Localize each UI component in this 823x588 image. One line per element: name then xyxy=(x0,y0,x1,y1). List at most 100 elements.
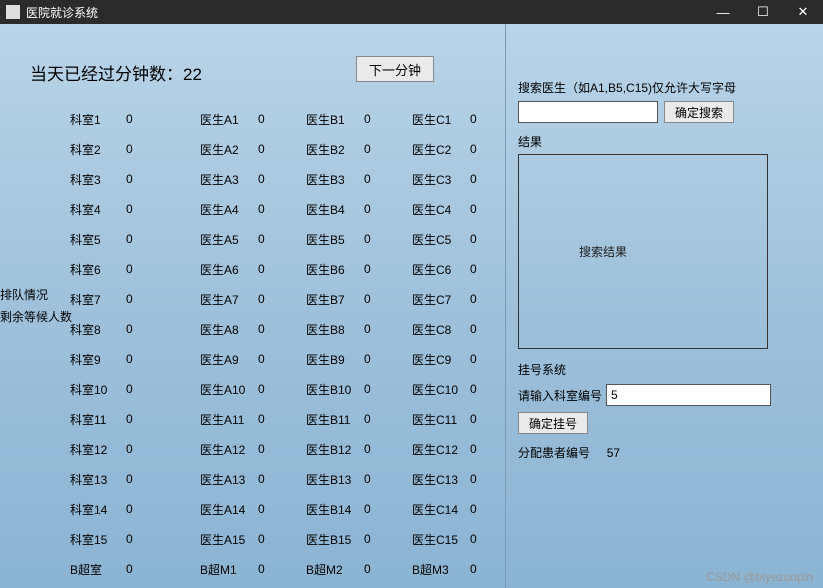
doctor-a-name: 医生A11 xyxy=(200,411,258,428)
grid-row: 科室60医生A60医生B60医生C60 xyxy=(70,254,518,284)
doctor-b-name: 医生B7 xyxy=(306,291,364,308)
doctor-a-value: 0 xyxy=(258,442,306,456)
doctor-a-value: 0 xyxy=(258,532,306,546)
room-name: B超室 xyxy=(70,561,126,578)
doctor-a-name: 医生A13 xyxy=(200,471,258,488)
room-name: 科室8 xyxy=(70,321,126,338)
doctor-b-value: 0 xyxy=(364,562,412,576)
doctor-c-name: 医生C4 xyxy=(412,201,470,218)
room-queue-value: 0 xyxy=(126,472,200,486)
doctor-b-name: 医生B15 xyxy=(306,531,364,548)
room-queue-value: 0 xyxy=(126,352,200,366)
room-name: 科室12 xyxy=(70,441,126,458)
doctor-b-name: 医生B4 xyxy=(306,201,364,218)
doctor-c-name: 医生C9 xyxy=(412,351,470,368)
doctor-b-name: 医生B12 xyxy=(306,441,364,458)
room-name: 科室15 xyxy=(70,531,126,548)
doctor-a-value: 0 xyxy=(258,502,306,516)
doctor-a-name: 医生A3 xyxy=(200,171,258,188)
doctor-a-value: 0 xyxy=(258,202,306,216)
doctor-a-name: 医生A2 xyxy=(200,141,258,158)
next-minute-button[interactable]: 下一分钟 xyxy=(356,56,434,82)
doctor-a-name: 医生A14 xyxy=(200,501,258,518)
doctor-b-name: 医生B5 xyxy=(306,231,364,248)
doctor-a-name: 医生A8 xyxy=(200,321,258,338)
doctor-b-value: 0 xyxy=(364,172,412,186)
doctor-b-name: 医生B13 xyxy=(306,471,364,488)
doctor-c-name: 医生C8 xyxy=(412,321,470,338)
doctor-b-value: 0 xyxy=(364,262,412,276)
doctor-a-name: 医生A5 xyxy=(200,231,258,248)
doctor-a-value: 0 xyxy=(258,232,306,246)
queue-side-labels: 排队情况 剩余等候人数 xyxy=(0,284,72,328)
content-area: 当天已经过分钟数：22 下一分钟 排队情况 剩余等候人数 科室10医生A10医生… xyxy=(0,24,823,588)
doctor-a-value: 0 xyxy=(258,562,306,576)
grid-row: 科室150医生A150医生B150医生C150 xyxy=(70,524,518,554)
doctor-a-name: 医生A15 xyxy=(200,531,258,548)
app-icon xyxy=(6,5,20,19)
doctor-a-value: 0 xyxy=(258,142,306,156)
maximize-button[interactable]: ☐ xyxy=(743,0,783,24)
doctor-a-name: 医生A7 xyxy=(200,291,258,308)
room-name: 科室11 xyxy=(70,411,126,428)
register-button[interactable]: 确定挂号 xyxy=(518,412,588,434)
room-name: 科室9 xyxy=(70,351,126,368)
room-name: 科室2 xyxy=(70,141,126,158)
result-placeholder: 搜索结果 xyxy=(579,243,627,260)
result-label: 结果 xyxy=(518,133,811,150)
watermark: CSDN @biyezuopin xyxy=(706,570,813,584)
minimize-button[interactable]: — xyxy=(703,0,743,24)
room-queue-value: 0 xyxy=(126,322,200,336)
doctor-a-name: B超M1 xyxy=(200,561,258,578)
grid-row: 科室50医生A50医生B50医生C50 xyxy=(70,224,518,254)
left-panel: 当天已经过分钟数：22 下一分钟 排队情况 剩余等候人数 科室10医生A10医生… xyxy=(0,24,505,588)
grid-row: 科室100医生A100医生B100医生C100 xyxy=(70,374,518,404)
register-hint: 请输入科室编号 xyxy=(518,387,602,404)
doctor-b-name: 医生B10 xyxy=(306,381,364,398)
search-button[interactable]: 确定搜索 xyxy=(664,101,734,123)
search-input[interactable] xyxy=(518,101,658,123)
grid-row: 科室90医生A90医生B90医生C90 xyxy=(70,344,518,374)
doctor-a-name: 医生A6 xyxy=(200,261,258,278)
doctor-b-name: 医生B11 xyxy=(306,411,364,428)
room-queue-value: 0 xyxy=(126,172,200,186)
close-button[interactable]: ✕ xyxy=(783,0,823,24)
minute-value: 22 xyxy=(183,65,202,84)
register-input[interactable] xyxy=(606,384,771,406)
doctor-a-value: 0 xyxy=(258,412,306,426)
doctor-b-value: 0 xyxy=(364,442,412,456)
doctor-c-name: 医生C15 xyxy=(412,531,470,548)
doctor-c-name: 医生C14 xyxy=(412,501,470,518)
grid-row: 科室130医生A130医生B130医生C130 xyxy=(70,464,518,494)
doctor-c-name: 医生C10 xyxy=(412,381,470,398)
doctor-a-value: 0 xyxy=(258,172,306,186)
room-queue-value: 0 xyxy=(126,412,200,426)
grid-row: 科室40医生A40医生B40医生C40 xyxy=(70,194,518,224)
grid-row: 科室20医生A20医生B20医生C20 xyxy=(70,134,518,164)
room-queue-value: 0 xyxy=(126,532,200,546)
doctor-c-name: 医生C7 xyxy=(412,291,470,308)
room-name: 科室6 xyxy=(70,261,126,278)
minute-counter: 当天已经过分钟数：22 xyxy=(30,60,202,85)
doctor-a-value: 0 xyxy=(258,472,306,486)
room-queue-value: 0 xyxy=(126,562,200,576)
doctor-b-name: B超M2 xyxy=(306,561,364,578)
doctor-a-value: 0 xyxy=(258,382,306,396)
room-name: 科室14 xyxy=(70,501,126,518)
doctor-a-name: 医生A10 xyxy=(200,381,258,398)
grid-row: 科室80医生A80医生B80医生C80 xyxy=(70,314,518,344)
doctor-c-name: 医生C5 xyxy=(412,231,470,248)
doctor-b-name: 医生B8 xyxy=(306,321,364,338)
doctor-a-value: 0 xyxy=(258,322,306,336)
grid-row: 科室10医生A10医生B10医生C10 xyxy=(70,104,518,134)
titlebar: 医院就诊系统 — ☐ ✕ xyxy=(0,0,823,24)
doctor-c-name: 医生C2 xyxy=(412,141,470,158)
room-name: 科室4 xyxy=(70,201,126,218)
room-name: 科室1 xyxy=(70,111,126,128)
register-system-label: 挂号系统 xyxy=(518,361,811,378)
doctor-b-value: 0 xyxy=(364,112,412,126)
doctor-c-name: 医生C11 xyxy=(412,411,470,428)
room-name: 科室5 xyxy=(70,231,126,248)
doctor-a-name: 医生A1 xyxy=(200,111,258,128)
doctor-b-value: 0 xyxy=(364,532,412,546)
